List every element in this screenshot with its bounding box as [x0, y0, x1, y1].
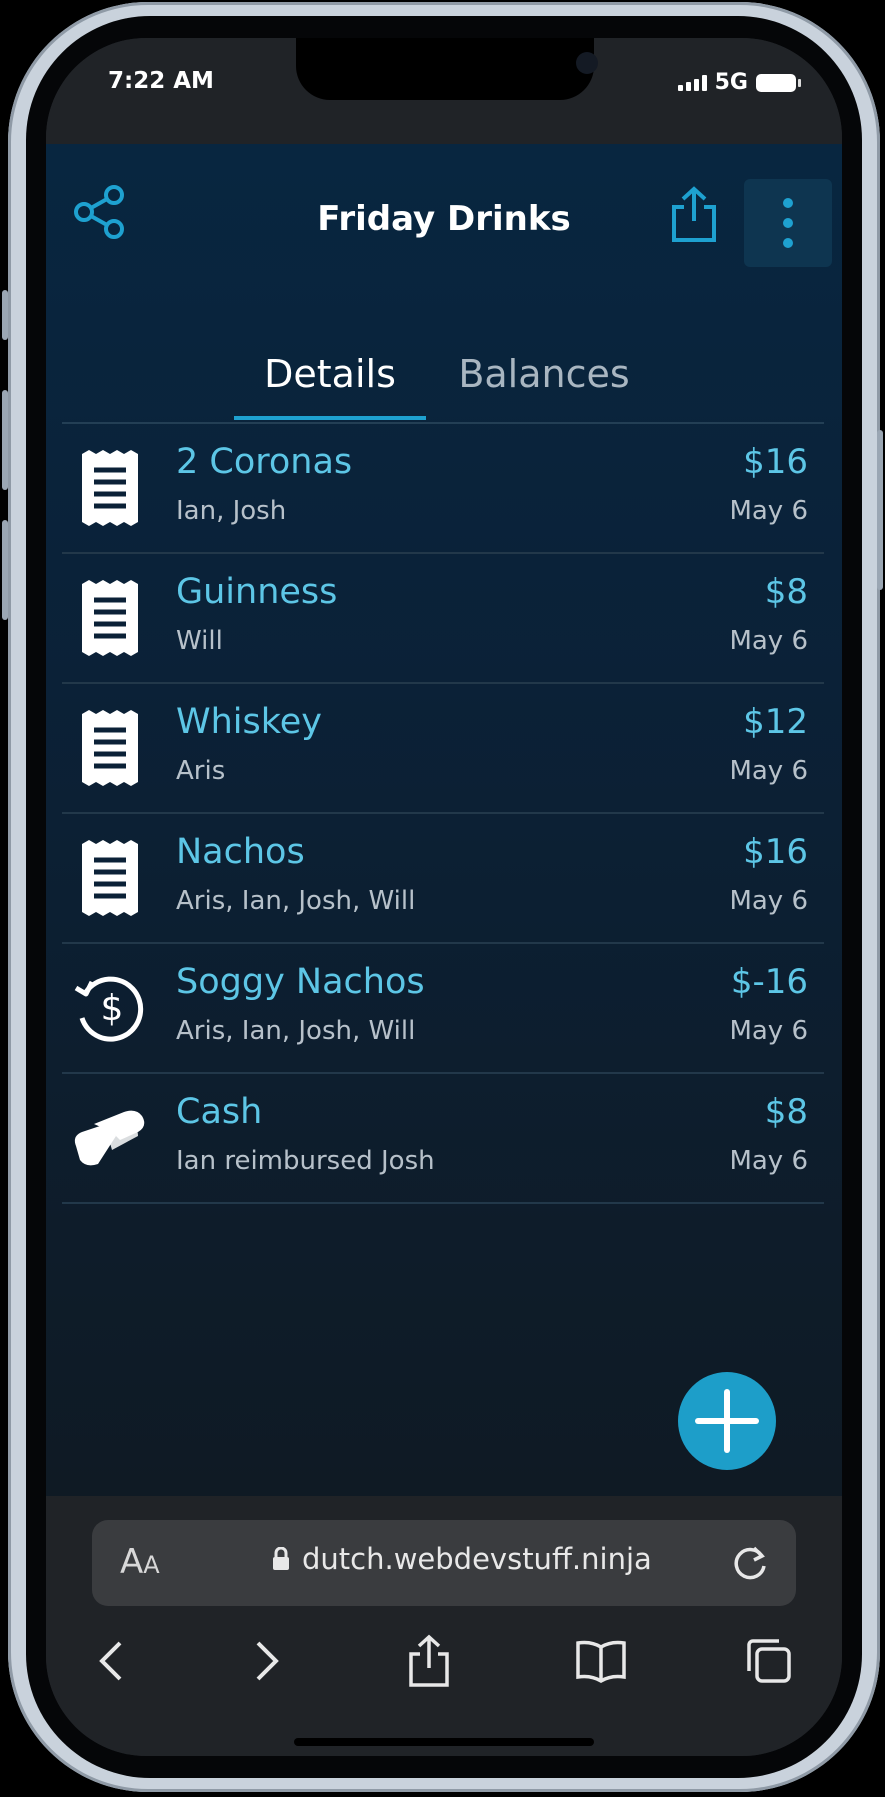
- item-title: 2 Coronas: [176, 442, 353, 482]
- side-button: [877, 430, 883, 590]
- side-button: [2, 390, 8, 490]
- item-date: May 6: [729, 886, 808, 916]
- page-title: Friday Drinks: [317, 199, 571, 239]
- status-bar: 7:22 AM 5G: [46, 38, 842, 144]
- item-title: Nachos: [176, 832, 305, 872]
- url-text: dutch.webdevstuff.ninja: [302, 1542, 652, 1576]
- item-people: Aris, Ian, Josh, Will: [176, 1016, 416, 1046]
- tabs-icon[interactable]: [734, 1626, 804, 1696]
- list-item[interactable]: Cash Ian reimbursed Josh $8 May 6: [62, 1074, 824, 1204]
- battery-icon: [756, 73, 801, 92]
- browser-share-icon[interactable]: [394, 1626, 464, 1696]
- item-amount: $16: [743, 832, 808, 872]
- item-title: Whiskey: [176, 702, 323, 742]
- receipt-icon: [72, 840, 148, 916]
- app-view: Friday Drinks Details Balances 2 Coronas…: [46, 144, 842, 1496]
- item-date: May 6: [729, 1146, 808, 1176]
- bookmarks-icon[interactable]: [566, 1626, 636, 1696]
- refund-icon: $: [72, 970, 148, 1046]
- transaction-list: 2 Coronas Ian, Josh $16 May 6 Guinness W…: [62, 424, 824, 1204]
- item-people: Aris, Ian, Josh, Will: [176, 886, 416, 916]
- list-item[interactable]: $ Soggy Nachos Aris, Ian, Josh, Will $-1…: [62, 944, 824, 1074]
- list-item[interactable]: Guinness Will $8 May 6: [62, 554, 824, 684]
- item-amount: $8: [764, 572, 808, 612]
- tab-balances[interactable]: Balances: [442, 352, 646, 420]
- list-item[interactable]: 2 Coronas Ian, Josh $16 May 6: [62, 424, 824, 554]
- back-icon[interactable]: [76, 1626, 146, 1696]
- item-title: Guinness: [176, 572, 338, 612]
- handshake-icon: [72, 1100, 148, 1176]
- list-item[interactable]: Whiskey Aris $12 May 6: [62, 684, 824, 814]
- camera-icon: [576, 52, 598, 74]
- lock-icon: [273, 1547, 289, 1570]
- add-transaction-button[interactable]: [678, 1372, 776, 1470]
- item-amount: $-16: [730, 962, 808, 1002]
- text-size-button[interactable]: AA: [120, 1542, 160, 1582]
- item-date: May 6: [729, 496, 808, 526]
- url-field[interactable]: dutch.webdevstuff.ninja: [272, 1542, 652, 1576]
- item-people: Aris: [176, 756, 226, 786]
- tab-details[interactable]: Details: [234, 352, 426, 420]
- list-item[interactable]: Nachos Aris, Ian, Josh, Will $16 May 6: [62, 814, 824, 944]
- item-people: Ian reimbursed Josh: [176, 1146, 435, 1176]
- signal-icon: [677, 74, 707, 91]
- side-button: [2, 520, 8, 620]
- more-menu-button[interactable]: [744, 179, 832, 267]
- item-people: Ian, Josh: [176, 496, 287, 526]
- item-amount: $8: [764, 1092, 808, 1132]
- reload-icon[interactable]: [730, 1542, 770, 1586]
- address-bar[interactable]: AA dutch.webdevstuff.ninja: [92, 1520, 796, 1606]
- status-indicators: 5G: [677, 70, 801, 95]
- notch: [296, 38, 598, 100]
- receipt-icon: [72, 710, 148, 786]
- tab-bar: Details Balances: [62, 352, 824, 424]
- receipt-icon: [72, 450, 148, 526]
- receipt-icon: [72, 580, 148, 656]
- svg-text:$: $: [101, 988, 124, 1029]
- network-label: 5G: [714, 70, 748, 95]
- item-date: May 6: [729, 756, 808, 786]
- tab-active-indicator: [234, 416, 426, 420]
- forward-icon[interactable]: [232, 1626, 302, 1696]
- item-amount: $12: [743, 702, 808, 742]
- browser-toolbar: [46, 1626, 842, 1706]
- home-indicator: [294, 1738, 594, 1746]
- item-people: Will: [176, 626, 223, 656]
- status-time: 7:22 AM: [108, 68, 214, 94]
- item-amount: $16: [743, 442, 808, 482]
- item-title: Soggy Nachos: [176, 962, 425, 1002]
- item-title: Cash: [176, 1092, 263, 1132]
- screen: 7:22 AM 5G Friday Drinks Details Balance…: [46, 38, 842, 1756]
- item-date: May 6: [729, 626, 808, 656]
- export-icon[interactable]: [666, 184, 722, 244]
- item-date: May 6: [729, 1016, 808, 1046]
- plus-icon: [695, 1389, 759, 1453]
- more-vertical-icon: [783, 198, 793, 248]
- side-button: [2, 290, 8, 340]
- browser-chrome: AA dutch.webdevstuff.ninja: [46, 1496, 842, 1756]
